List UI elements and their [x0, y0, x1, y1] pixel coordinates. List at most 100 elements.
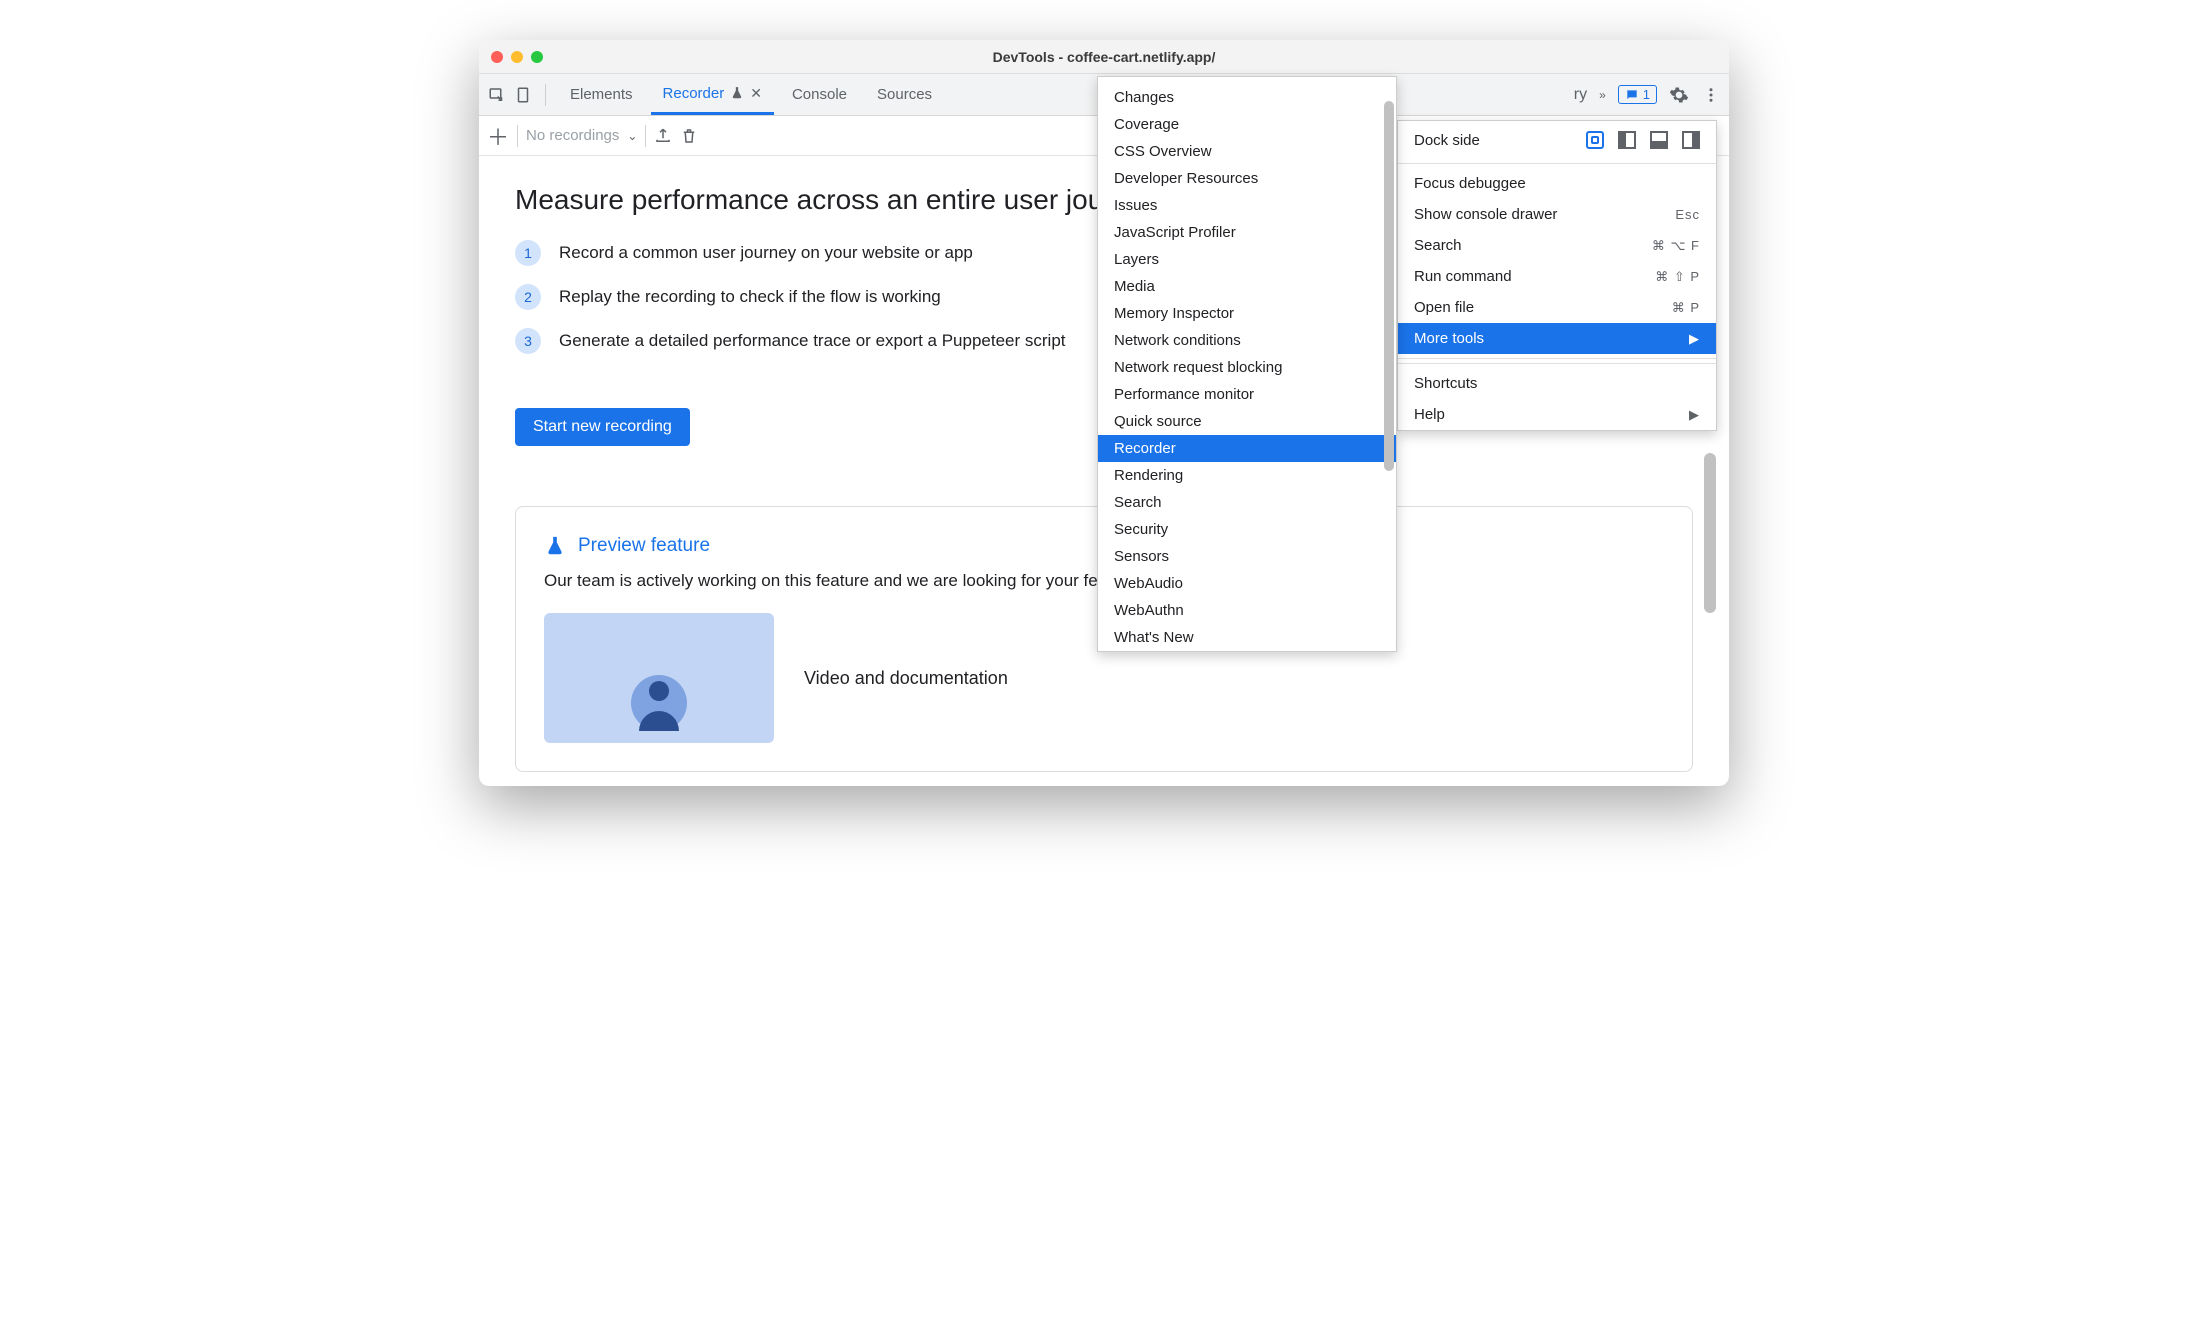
- menu-item-shortcut: ⌘ ⇧ P: [1655, 269, 1700, 285]
- scrollbar: [1384, 83, 1394, 645]
- submenu-item-webauthn[interactable]: WebAuthn: [1098, 597, 1396, 624]
- submenu-item-animations[interactable]: Animations: [1098, 76, 1396, 84]
- scrollbar-thumb[interactable]: [1704, 453, 1716, 613]
- scrollbar-thumb[interactable]: [1384, 101, 1394, 471]
- submenu-item-label: Network conditions: [1114, 332, 1241, 349]
- tab-console[interactable]: Console: [780, 75, 859, 115]
- preview-title: Preview feature: [578, 535, 710, 557]
- separator: [517, 125, 518, 147]
- new-recording-icon[interactable]: ＋: [487, 120, 509, 152]
- submenu-item-javascript-profiler[interactable]: JavaScript Profiler: [1098, 219, 1396, 246]
- recordings-dropdown-label: No recordings: [526, 127, 619, 144]
- menu-item-shortcut: ⌘ P: [1672, 300, 1700, 316]
- step-number: 2: [515, 284, 541, 310]
- menu-item-show-console-drawer[interactable]: Show console drawerEsc: [1398, 199, 1716, 230]
- step-text: Generate a detailed performance trace or…: [559, 331, 1066, 351]
- tab-recorder[interactable]: Recorder ✕: [651, 75, 774, 115]
- submenu-item-rendering[interactable]: Rendering: [1098, 462, 1396, 489]
- delete-icon[interactable]: [680, 127, 698, 145]
- step-text: Record a common user journey on your web…: [559, 243, 973, 263]
- tab-sources[interactable]: Sources: [865, 75, 944, 115]
- menu-item-search[interactable]: Search⌘ ⌥ F: [1398, 230, 1716, 261]
- menu-item-focus-debuggee[interactable]: Focus debuggee: [1398, 168, 1716, 199]
- submenu-item-coverage[interactable]: Coverage: [1098, 111, 1396, 138]
- menu-item-label: Focus debuggee: [1414, 175, 1526, 192]
- tab-elements[interactable]: Elements: [558, 75, 645, 115]
- menu-item-label: Help: [1414, 406, 1445, 423]
- submenu-item-memory-inspector[interactable]: Memory Inspector: [1098, 300, 1396, 327]
- submenu-item-label: What's New: [1114, 629, 1194, 646]
- dock-bottom-icon[interactable]: [1650, 131, 1668, 149]
- submenu-item-label: Animations: [1114, 76, 1188, 79]
- menu-item-shortcuts[interactable]: Shortcuts: [1398, 368, 1716, 399]
- menu-item-shortcut: ▶: [1689, 331, 1700, 347]
- submenu-item-network-request-blocking[interactable]: Network request blocking: [1098, 354, 1396, 381]
- submenu-item-quick-source[interactable]: Quick source: [1098, 408, 1396, 435]
- submenu-item-label: CSS Overview: [1114, 143, 1212, 160]
- tab-close-icon[interactable]: ✕: [750, 85, 762, 102]
- video-label: Video and documentation: [804, 668, 1008, 689]
- submenu-item-media[interactable]: Media: [1098, 273, 1396, 300]
- menu-item-open-file[interactable]: Open file⌘ P: [1398, 292, 1716, 323]
- submenu-item-label: JavaScript Profiler: [1114, 224, 1236, 241]
- dock-undock-icon[interactable]: [1586, 131, 1604, 149]
- export-icon[interactable]: [654, 127, 672, 145]
- titlebar: DevTools - coffee-cart.netlify.app/: [479, 40, 1729, 74]
- submenu-item-label: Recorder: [1114, 440, 1176, 457]
- menu-divider: [1398, 358, 1716, 359]
- submenu-item-security[interactable]: Security: [1098, 516, 1396, 543]
- submenu-item-search[interactable]: Search: [1098, 489, 1396, 516]
- inspect-element-icon[interactable]: [487, 85, 507, 105]
- menu-item-help[interactable]: Help▶: [1398, 399, 1716, 430]
- menu-item-label: Run command: [1414, 268, 1512, 285]
- menu-divider: [1398, 363, 1716, 364]
- menu-item-label: More tools: [1414, 330, 1484, 347]
- settings-gear-icon[interactable]: [1669, 85, 1689, 105]
- submenu-item-label: Network request blocking: [1114, 359, 1282, 376]
- submenu-item-label: Performance monitor: [1114, 386, 1254, 403]
- tabbar-right: ry » 1: [1574, 85, 1721, 105]
- window-title: DevTools - coffee-cart.netlify.app/: [479, 49, 1729, 65]
- issues-count: 1: [1643, 87, 1650, 102]
- start-new-recording-button[interactable]: Start new recording: [515, 408, 690, 446]
- submenu-item-network-conditions[interactable]: Network conditions: [1098, 327, 1396, 354]
- submenu-item-css-overview[interactable]: CSS Overview: [1098, 138, 1396, 165]
- dock-icons: [1586, 131, 1700, 149]
- submenu-item-sensors[interactable]: Sensors: [1098, 543, 1396, 570]
- flask-icon: [544, 535, 566, 557]
- dock-side-row: Dock side: [1398, 121, 1716, 159]
- submenu-item-developer-resources[interactable]: Developer Resources: [1098, 165, 1396, 192]
- submenu-item-webaudio[interactable]: WebAudio: [1098, 570, 1396, 597]
- submenu-item-label: Changes: [1114, 89, 1174, 106]
- submenu-item-layers[interactable]: Layers: [1098, 246, 1396, 273]
- submenu-item-what-s-new[interactable]: What's New: [1098, 624, 1396, 651]
- dock-left-icon[interactable]: [1618, 131, 1636, 149]
- tab-label: Elements: [570, 86, 633, 103]
- kebab-menu-icon[interactable]: [1701, 85, 1721, 105]
- submenu-item-label: Sensors: [1114, 548, 1169, 565]
- submenu-item-label: Quick source: [1114, 413, 1202, 430]
- menu-item-more-tools[interactable]: More tools ▶: [1398, 323, 1716, 354]
- tab-overflow-text: ry: [1574, 86, 1587, 104]
- dock-right-icon[interactable]: [1682, 131, 1700, 149]
- menu-item-label: Show console drawer: [1414, 206, 1557, 223]
- video-thumbnail[interactable]: [544, 613, 774, 743]
- submenu-item-label: Memory Inspector: [1114, 305, 1234, 322]
- submenu-item-performance-monitor[interactable]: Performance monitor: [1098, 381, 1396, 408]
- menu-item-shortcut: ⌘ ⌥ F: [1652, 238, 1700, 254]
- device-toolbar-icon[interactable]: [513, 85, 533, 105]
- chevron-down-icon: ⌄: [627, 129, 637, 143]
- submenu-item-changes[interactable]: Changes: [1098, 84, 1396, 111]
- tab-label: Sources: [877, 86, 932, 103]
- recordings-dropdown[interactable]: No recordings ⌄: [526, 127, 637, 144]
- submenu-item-recorder[interactable]: Recorder: [1098, 435, 1396, 462]
- tab-label: Console: [792, 86, 847, 103]
- separator: [645, 125, 646, 147]
- main-context-menu: Dock side Focus debuggee Show console dra…: [1397, 120, 1717, 431]
- menu-item-run-command[interactable]: Run command ⌘ ⇧ P: [1398, 261, 1716, 292]
- submenu-item-issues[interactable]: Issues: [1098, 192, 1396, 219]
- more-tabs-chevron-icon[interactable]: »: [1599, 88, 1606, 102]
- submenu-item-label: Coverage: [1114, 116, 1179, 133]
- submenu-item-label: Rendering: [1114, 467, 1183, 484]
- issues-badge[interactable]: 1: [1618, 85, 1657, 104]
